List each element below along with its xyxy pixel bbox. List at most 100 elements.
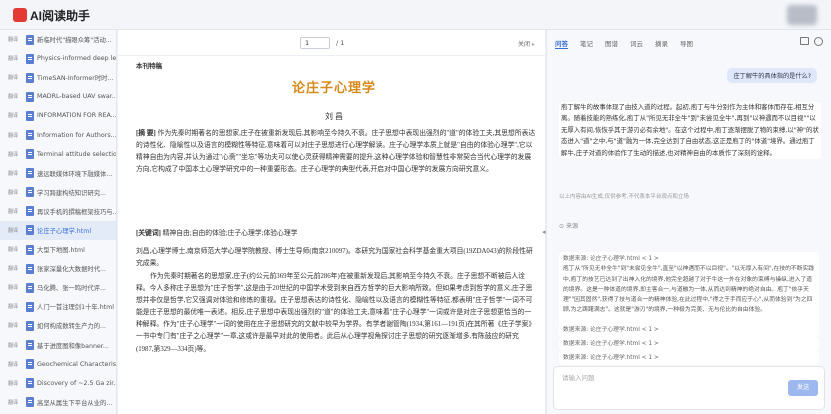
page-number-input[interactable]: 1 [300, 37, 330, 49]
file-tag: 翻译 [8, 189, 19, 196]
source-label[interactable]: ⊙ 来源 [559, 221, 578, 230]
file-label: Physics-informed deep le... [37, 55, 116, 63]
tab-0[interactable]: 问答 [555, 38, 568, 49]
sidebar-file-item[interactable]: 翻译 INFORMATION FOR REA... [0, 106, 116, 125]
sidebar-file-item[interactable]: 翻译 基于进度图和像banner... [0, 336, 116, 355]
tab-2[interactable]: 图谱 [605, 38, 618, 49]
file-tag: 翻译 [8, 56, 19, 63]
file-tag: 翻译 [8, 266, 19, 273]
file-icon [26, 206, 35, 217]
sidebar-file-item[interactable]: 翻译 人门一首注理剑1十年.html [0, 297, 116, 316]
inbox-icon[interactable] [800, 37, 809, 45]
author-info-paragraph: 刘昌,心理学博士,南京师范大学心理学院教授、博士生导师(南京210097)。本研… [136, 248, 533, 268]
tab-4[interactable]: 摘录 [655, 38, 668, 49]
file-tag: 翻译 [8, 208, 19, 215]
file-tag: 翻译 [8, 399, 19, 406]
keywords-label: [关键词] [136, 230, 161, 237]
file-icon [26, 72, 35, 83]
tab-3[interactable]: 词云 [630, 38, 643, 49]
sidebar-file-item[interactable]: 翻译 TimeSAN-Informer时时... [0, 68, 116, 87]
file-tag: 翻译 [8, 361, 19, 368]
file-label: Discovery of ~2.5 Ga zir... [37, 379, 116, 387]
sidebar-file-item[interactable]: 翻译 Geochemical Characteris... [0, 355, 116, 374]
file-label: TimeSAN-Informer时时... [37, 75, 114, 83]
file-label: 如何构成数转生产力的... [37, 323, 106, 331]
file-icon [26, 282, 35, 293]
file-tag: 翻译 [8, 94, 19, 101]
file-icon [26, 340, 35, 351]
tab-5[interactable]: 导图 [680, 38, 693, 49]
file-icon [26, 34, 35, 45]
collapse-panel-icon[interactable]: ◂ [542, 228, 546, 236]
question-input[interactable]: 请输入问题 发送 [553, 366, 825, 410]
file-tag: 翻译 [8, 37, 19, 44]
avatar[interactable] [787, 5, 817, 25]
sidebar-file-item[interactable]: 翻译 Discovery of ~2.5 Ga zir... [0, 374, 116, 393]
reference-title: 数据来源: 论庄子心理学.html < 1 > [563, 256, 659, 262]
keywords-text: 精神自由;自由的体验;庄子心理学;体验心理学 [162, 230, 298, 237]
file-label: MADRL-based UAV swar... [37, 93, 116, 101]
document-viewer: 1 / 1 关闭 本刊特稿 论庄子心理学 刘 昌 [摘 要] 作为先秦时期著名的… [118, 30, 545, 414]
sidebar-file-item[interactable]: 翻译 再议手机的撰稿框架技巧与... [0, 202, 116, 221]
file-icon [26, 91, 35, 102]
sidebar-file-item[interactable]: 翻译 马化腾、张一鸣时代评... [0, 278, 116, 297]
sidebar-file-item[interactable]: 翻译 张家深量化大数据时代... [0, 259, 116, 278]
file-label: Information for Authors... [37, 131, 116, 139]
close-document-button[interactable]: 关闭 [518, 39, 535, 48]
reference-card[interactable]: 数据来源: 论庄子心理学.html < 1 > [559, 337, 819, 352]
sidebar-file-item[interactable]: 翻译 高坚从属生下平台从业的... [0, 393, 116, 412]
file-icon [26, 397, 35, 408]
page-total: / 1 [336, 39, 345, 47]
reference-card[interactable]: 数据来源: 论庄子心理学.html < 1 > [559, 351, 819, 366]
file-label: 速远联媒体环境下融媒体... [37, 170, 113, 178]
sidebar-file-item[interactable]: 翻译 大型下地图.html [0, 240, 116, 259]
sidebar-file-item[interactable]: 翻译 MADRL-based UAV swar... [0, 87, 116, 106]
file-sidebar: 翻译 新临时代"描眼众筹"活动... 翻译 Physics-informed deep… [0, 30, 117, 414]
file-tag: 翻译 [8, 113, 19, 120]
keywords-paragraph: [关键词] 精神自由;自由的体验;庄子心理学;体验心理学 [136, 228, 536, 240]
file-tag: 翻译 [8, 227, 19, 234]
reference-title: 数据来源: 论庄子心理学.html < 1 > [563, 341, 659, 347]
ai-chat-panel: 问答 笔记 图谱 词云 摘录 导图 庄丁解牛的具体指的是什么? 庖丁解牛的故事体现了由技入… [546, 30, 831, 414]
file-label: 基于进度图和像banner... [37, 342, 109, 350]
question-input-placeholder: 请输入问题 [562, 374, 595, 382]
file-tag: 翻译 [8, 304, 19, 311]
file-icon [26, 378, 35, 389]
title-bar: AI阅读助手 [0, 0, 831, 30]
send-button[interactable]: 发送 [788, 380, 818, 396]
sidebar-file-item[interactable]: 翻译 Terminal attitude selectio... [0, 145, 116, 164]
file-label: 再议手机的撰稿框架技巧与... [37, 208, 116, 216]
file-icon [26, 168, 35, 179]
file-icon [26, 244, 35, 255]
file-tag: 翻译 [8, 132, 19, 139]
sidebar-file-item[interactable]: 翻译 Information for Authors... [0, 125, 116, 144]
reference-card[interactable]: 数据来源: 论庄子心理学.html < 1 > 庖丁从"所见无非全牛"到"未尝见… [559, 252, 819, 329]
document-author: 刘 昌 [325, 112, 343, 121]
body-paragraph: 作为先秦时期著名的思想家,庄子(约公元前369年至公元前286年)在被重新发现后… [136, 273, 536, 353]
file-label: Terminal attitude selectio... [37, 150, 116, 158]
reference-text: 庖丁从"所见无非全牛"到"未尝见全牛",直至"以神遇而不以目视"。"以无厚入有间… [563, 266, 815, 314]
document-toolbar: 1 / 1 关闭 [118, 30, 545, 56]
file-icon [26, 130, 35, 141]
file-label: 学习跨建构结知识研究... [37, 189, 106, 197]
sidebar-file-item[interactable]: 翻译 速远联媒体环境下融媒体... [0, 164, 116, 183]
sidebar-file-item[interactable]: 翻译 学习跨建构结知识研究... [0, 183, 116, 202]
file-icon [26, 263, 35, 274]
gear-icon[interactable] [814, 37, 823, 46]
sidebar-file-item[interactable]: 翻译 新临时代"描眼众筹"活动... [0, 30, 116, 49]
file-label: 大型下地图.html [37, 247, 85, 255]
sidebar-file-item[interactable]: 翻译 论庄子心理学.html [0, 220, 116, 241]
app-title: AI阅读助手 [30, 9, 91, 23]
file-icon [26, 225, 35, 236]
chat-tabs: 问答 笔记 图谱 词云 摘录 导图 [555, 38, 693, 49]
reference-card[interactable]: 数据来源: 论庄子心理学.html < 1 > [559, 323, 819, 338]
journal-label: 本刊特稿 [136, 63, 162, 70]
sidebar-file-item[interactable]: 翻译 如何构成数转生产力的... [0, 316, 116, 335]
file-label: 新临时代"描眼众筹"活动... [37, 37, 112, 45]
file-label: 马化腾、张一鸣时代评... [37, 285, 106, 293]
abstract-paragraph: [摘 要] 作为先秦时期著名的思想家,庄子在被重新发现后,其影响至今持久不衰。庄… [136, 128, 536, 224]
sidebar-file-item[interactable]: 翻译 Physics-informed deep le... [0, 49, 116, 68]
tab-1[interactable]: 笔记 [580, 38, 593, 49]
document-page: 本刊特稿 论庄子心理学 刘 昌 [摘 要] 作为先秦时期著名的思想家,庄子在被重… [130, 58, 538, 414]
file-icon [26, 187, 35, 198]
